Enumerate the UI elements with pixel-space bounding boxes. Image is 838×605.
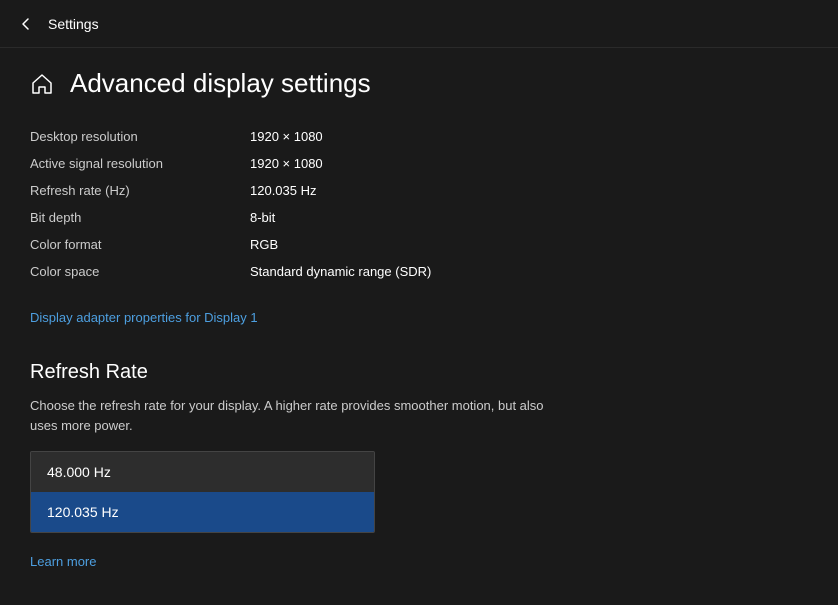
main-content: Advanced display settings Desktop resolu… <box>0 48 838 589</box>
value-color-format: RGB <box>250 237 278 252</box>
display-adapter-link[interactable]: Display adapter properties for Display 1 <box>30 310 258 325</box>
label-color-format: Color format <box>30 237 250 252</box>
label-color-space: Color space <box>30 264 250 279</box>
label-bit-depth: Bit depth <box>30 210 250 225</box>
title-bar: Settings <box>0 0 838 48</box>
info-row-color-format: Color format RGB <box>30 231 808 258</box>
label-desktop-resolution: Desktop resolution <box>30 129 250 144</box>
value-color-space: Standard dynamic range (SDR) <box>250 264 431 279</box>
info-row-bit-depth: Bit depth 8-bit <box>30 204 808 231</box>
info-table: Desktop resolution 1920 × 1080 Active si… <box>30 123 808 285</box>
rate-option-120[interactable]: 120.035 Hz <box>31 492 374 532</box>
info-row-signal-resolution: Active signal resolution 1920 × 1080 <box>30 150 808 177</box>
page-title: Advanced display settings <box>70 68 371 99</box>
back-button[interactable] <box>16 14 36 34</box>
info-row-refresh-rate: Refresh rate (Hz) 120.035 Hz <box>30 177 808 204</box>
info-row-color-space: Color space Standard dynamic range (SDR) <box>30 258 808 285</box>
value-signal-resolution: 1920 × 1080 <box>250 156 323 171</box>
value-desktop-resolution: 1920 × 1080 <box>250 129 323 144</box>
window-title: Settings <box>48 16 99 32</box>
refresh-rate-section-title: Refresh Rate <box>30 361 808 384</box>
info-row-desktop-resolution: Desktop resolution 1920 × 1080 <box>30 123 808 150</box>
refresh-rate-description: Choose the refresh rate for your display… <box>30 396 550 435</box>
label-refresh-rate: Refresh rate (Hz) <box>30 183 250 198</box>
page-header: Advanced display settings <box>30 68 808 99</box>
rate-option-48[interactable]: 48.000 Hz <box>31 452 374 492</box>
value-bit-depth: 8-bit <box>250 210 275 225</box>
label-signal-resolution: Active signal resolution <box>30 156 250 171</box>
refresh-rate-list: 48.000 Hz 120.035 Hz <box>30 451 375 533</box>
learn-more-link[interactable]: Learn more <box>30 554 96 569</box>
value-refresh-rate: 120.035 Hz <box>250 183 317 198</box>
home-icon <box>30 72 54 96</box>
